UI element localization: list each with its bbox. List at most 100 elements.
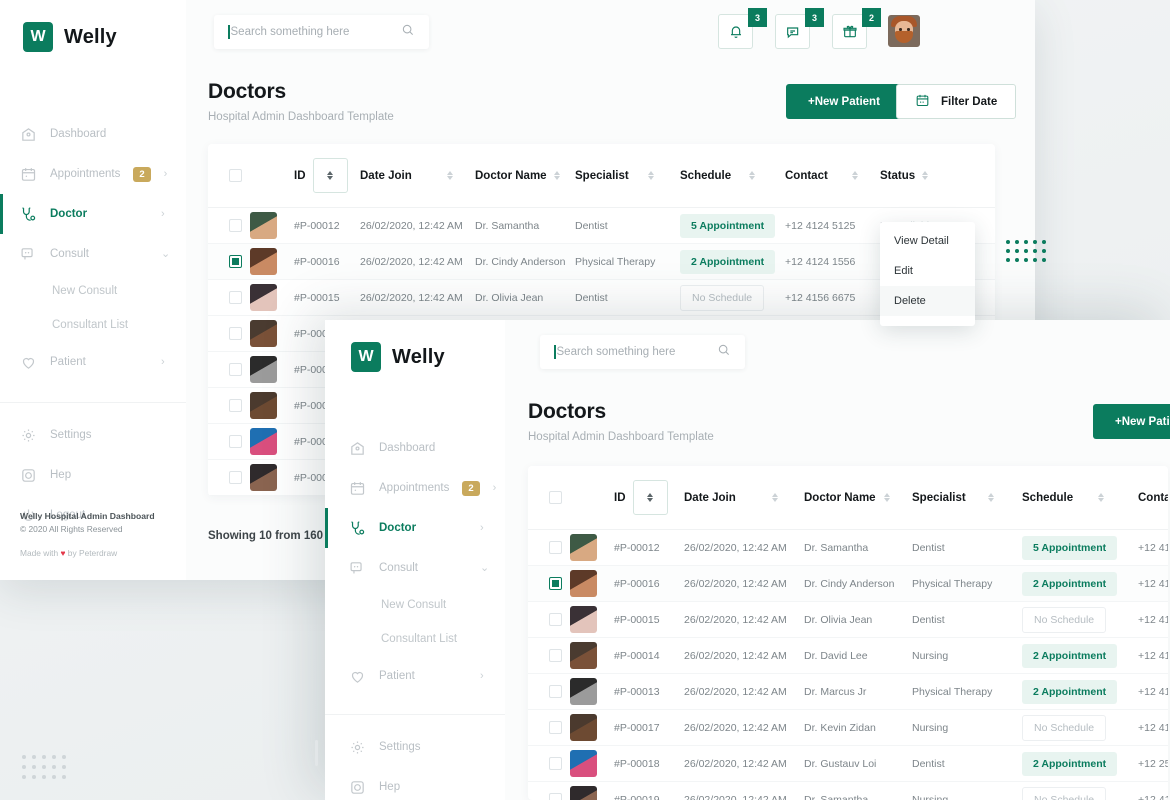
col-contact[interactable]: Contact	[1138, 466, 1168, 530]
sort-icon[interactable]	[749, 170, 755, 181]
row-checkbox[interactable]	[229, 327, 242, 340]
sidebar-item-dashboard[interactable]: Dashboard	[325, 428, 505, 468]
row-select-cell	[208, 207, 250, 244]
new-patient-button[interactable]: +New Patient	[1093, 404, 1170, 439]
sort-icon[interactable]	[648, 170, 654, 181]
context-menu-edit[interactable]: Edit	[880, 256, 975, 286]
sidebar-item-settings[interactable]: Settings	[325, 727, 505, 767]
row-checkbox[interactable]	[549, 685, 562, 698]
search-input[interactable]	[230, 26, 401, 38]
row-checkbox[interactable]	[229, 399, 242, 412]
cell-schedule: 2 Appointment	[1022, 745, 1138, 782]
col-specialist[interactable]: Specialist	[575, 144, 680, 208]
scrollbar-track[interactable]	[315, 740, 318, 766]
row-checkbox[interactable]	[549, 757, 562, 770]
row-select-cell	[208, 387, 250, 424]
row-checkbox[interactable]	[229, 435, 242, 448]
sidebar-item-dashboard[interactable]: Dashboard	[0, 114, 186, 154]
sidebar-subitem-consultant-list[interactable]: Consultant List	[0, 308, 186, 342]
new-patient-button[interactable]: +New Patient	[786, 84, 902, 119]
table-row[interactable]: #P-00016 26/02/2020, 12:42 AM Dr. Cindy An…	[208, 243, 995, 280]
row-checkbox[interactable]	[549, 721, 562, 734]
col-date-join[interactable]: Date Join	[360, 144, 475, 208]
sidebar-item-patient[interactable]: Patient ›	[325, 656, 505, 696]
messages-button[interactable]: 3	[775, 8, 824, 49]
table-row[interactable]: #P-00012 26/02/2020, 12:42 AM Dr. Samantha…	[208, 207, 995, 244]
col-contact[interactable]: Contact	[785, 144, 880, 208]
sidebar-item-hep[interactable]: Hep	[0, 455, 186, 495]
sidebar-item-appointments[interactable]: Appointments 2 ›	[325, 468, 505, 508]
gifts-button[interactable]: 2	[832, 8, 881, 49]
row-checkbox[interactable]	[229, 219, 242, 232]
table-row[interactable]: #P-0001826/02/2020, 12:42 AMDr. Gustauv …	[528, 745, 1168, 782]
page-title: Doctors	[208, 80, 286, 103]
sort-icon[interactable]	[312, 158, 348, 193]
table-row[interactable]: #P-0001926/02/2020, 12:42 AMDr. Samantha…	[528, 781, 1168, 800]
cell-schedule: No Schedule	[1022, 601, 1138, 638]
col-doctor-name[interactable]: Doctor Name	[804, 466, 912, 530]
sidebar-item-hep[interactable]: Hep	[325, 767, 505, 800]
row-context-menu: View Detail Edit Delete	[880, 222, 975, 326]
table-row[interactable]: #P-00012 26/02/2020, 12:42 AM Dr. Samantha…	[528, 529, 1168, 566]
col-specialist[interactable]: Specialist	[912, 466, 1022, 530]
sidebar-subitem-consultant-list[interactable]: Consultant List	[325, 622, 505, 656]
table-row[interactable]: #P-0001726/02/2020, 12:42 AMDr. Kevin Zi…	[528, 709, 1168, 746]
sidebar-item-doctor[interactable]: Doctor ›	[0, 194, 186, 234]
search-box[interactable]	[540, 335, 745, 369]
sort-icon[interactable]	[1098, 492, 1104, 503]
table-row[interactable]: #P-00015 26/02/2020, 12:42 AM Dr. Olivia J…	[528, 601, 1168, 638]
context-menu-delete[interactable]: Delete	[880, 286, 975, 316]
search-icon[interactable]	[717, 343, 731, 362]
sidebar-subitem-new-consult[interactable]: New Consult	[325, 588, 505, 622]
col-schedule[interactable]: Schedule	[680, 144, 785, 208]
sidebar-item-consult[interactable]: Consult ⌄	[0, 234, 186, 274]
table-row[interactable]: #P-0001426/02/2020, 12:42 AMDr. David Le…	[528, 637, 1168, 674]
row-checkbox[interactable]	[549, 793, 562, 800]
sort-icon[interactable]	[988, 492, 994, 503]
sort-icon[interactable]	[447, 170, 453, 181]
row-checkbox[interactable]	[549, 541, 562, 554]
table-row[interactable]: #P-00015 26/02/2020, 12:42 AM Dr. Olivia J…	[208, 279, 995, 316]
sidebar-item-patient[interactable]: Patient ›	[0, 342, 186, 382]
sidebar-subitem-new-consult[interactable]: New Consult	[0, 274, 186, 308]
brand[interactable]: W Welly	[0, 0, 186, 52]
row-checkbox[interactable]	[229, 255, 242, 268]
row-checkbox[interactable]	[549, 577, 562, 590]
avatar[interactable]	[888, 15, 920, 47]
sort-icon[interactable]	[922, 170, 929, 181]
col-date-join[interactable]: Date Join	[684, 466, 804, 530]
col-status[interactable]: Status	[880, 144, 995, 208]
col-doctor-name[interactable]: Doctor Name	[475, 144, 575, 208]
table-row[interactable]: #P-00016 26/02/2020, 12:42 AM Dr. Cindy An…	[528, 565, 1168, 602]
row-checkbox[interactable]	[549, 613, 562, 626]
context-menu-view-detail[interactable]: View Detail	[880, 226, 975, 256]
table-row[interactable]: #P-0001326/02/2020, 12:42 AMDr. Marcus J…	[528, 673, 1168, 710]
select-all-checkbox[interactable]	[229, 169, 242, 182]
row-checkbox[interactable]	[229, 471, 242, 484]
col-schedule[interactable]: Schedule	[1022, 466, 1138, 530]
sort-icon[interactable]	[772, 492, 778, 503]
search-input[interactable]	[556, 346, 717, 358]
sidebar-item-appointments[interactable]: Appointments 2 ›	[0, 154, 186, 194]
col-id[interactable]: ID	[294, 144, 360, 208]
sort-icon[interactable]	[632, 480, 668, 515]
sort-icon[interactable]	[553, 170, 560, 181]
row-checkbox[interactable]	[229, 363, 242, 376]
sort-icon[interactable]	[884, 492, 890, 503]
home-icon	[20, 126, 37, 143]
sidebar-item-settings[interactable]: Settings	[0, 415, 186, 455]
row-checkbox[interactable]	[549, 649, 562, 662]
doctor-avatar	[250, 212, 277, 239]
gift-icon	[842, 25, 857, 37]
search-box[interactable]	[214, 15, 429, 49]
sidebar-item-consult[interactable]: Consult ⌄	[325, 548, 505, 588]
search-icon[interactable]	[401, 23, 415, 42]
row-checkbox[interactable]	[229, 291, 242, 304]
select-all-checkbox[interactable]	[549, 491, 562, 504]
col-id[interactable]: ID	[614, 466, 684, 530]
brand[interactable]: W Welly	[325, 320, 505, 372]
sort-icon[interactable]	[852, 170, 858, 181]
notifications-button[interactable]: 3	[718, 8, 767, 49]
filter-date-button[interactable]: Filter Date	[896, 84, 1017, 119]
sidebar-item-doctor[interactable]: Doctor ›	[325, 508, 505, 548]
